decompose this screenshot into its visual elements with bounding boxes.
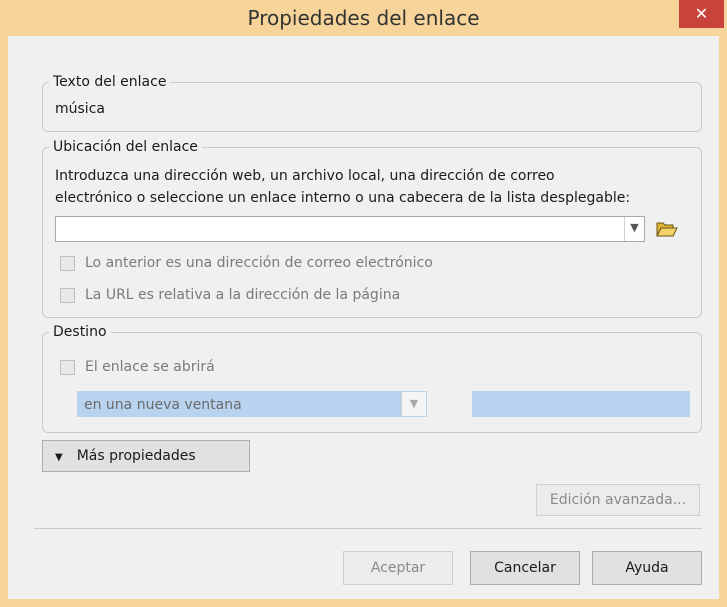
chevron-down-icon[interactable]: ▼ — [401, 392, 426, 416]
dialog-body: Texto del enlace música Ubicación del en… — [8, 36, 719, 599]
open-mode-select[interactable]: en una nueva ventana ▼ — [77, 391, 427, 417]
link-text-group-title: Texto del enlace — [49, 72, 171, 92]
target-group-title: Destino — [49, 322, 111, 342]
link-text-value[interactable]: música — [55, 98, 105, 120]
relative-url-checkbox[interactable] — [60, 288, 75, 303]
separator — [34, 528, 702, 529]
email-checkbox[interactable] — [60, 256, 75, 271]
title-bar: Propiedades del enlace ✕ — [0, 0, 727, 36]
more-properties-button[interactable]: ▼ Más propiedades — [42, 440, 250, 472]
triangle-down-icon: ▼ — [55, 452, 63, 463]
url-combobox[interactable]: ▼ — [55, 216, 645, 242]
frame-name-input[interactable] — [472, 391, 690, 417]
link-properties-dialog: Propiedades del enlace ✕ Texto del enlac… — [0, 0, 727, 607]
open-link-checkbox-label: El enlace se abrirá — [85, 359, 215, 375]
chevron-down-icon[interactable]: ▼ — [624, 217, 644, 241]
dialog-title: Propiedades del enlace — [247, 6, 480, 30]
link-location-group-title: Ubicación del enlace — [49, 137, 202, 157]
link-location-group: Ubicación del enlace Introduzca una dire… — [42, 137, 702, 318]
target-group: Destino El enlace se abrirá en una nueva… — [42, 322, 702, 433]
advanced-edit-button[interactable]: Edición avanzada... — [536, 484, 700, 516]
more-properties-label: Más propiedades — [76, 448, 196, 464]
relative-url-checkbox-label: La URL es relativa a la dirección de la … — [85, 287, 401, 303]
email-checkbox-label: Lo anterior es una dirección de correo e… — [85, 255, 433, 271]
open-folder-icon[interactable] — [655, 219, 679, 239]
help-button[interactable]: Ayuda — [592, 551, 702, 585]
location-instructions-line2: electrónico o seleccione un enlace inter… — [55, 190, 631, 206]
link-text-group: Texto del enlace música — [42, 72, 702, 132]
open-mode-value: en una nueva ventana — [84, 397, 242, 413]
cancel-button[interactable]: Cancelar — [470, 551, 580, 585]
location-instructions-line1: Introduzca una dirección web, un archivo… — [55, 168, 555, 184]
accept-button[interactable]: Aceptar — [343, 551, 453, 585]
close-button[interactable]: ✕ — [679, 0, 724, 28]
open-link-checkbox[interactable] — [60, 360, 75, 375]
